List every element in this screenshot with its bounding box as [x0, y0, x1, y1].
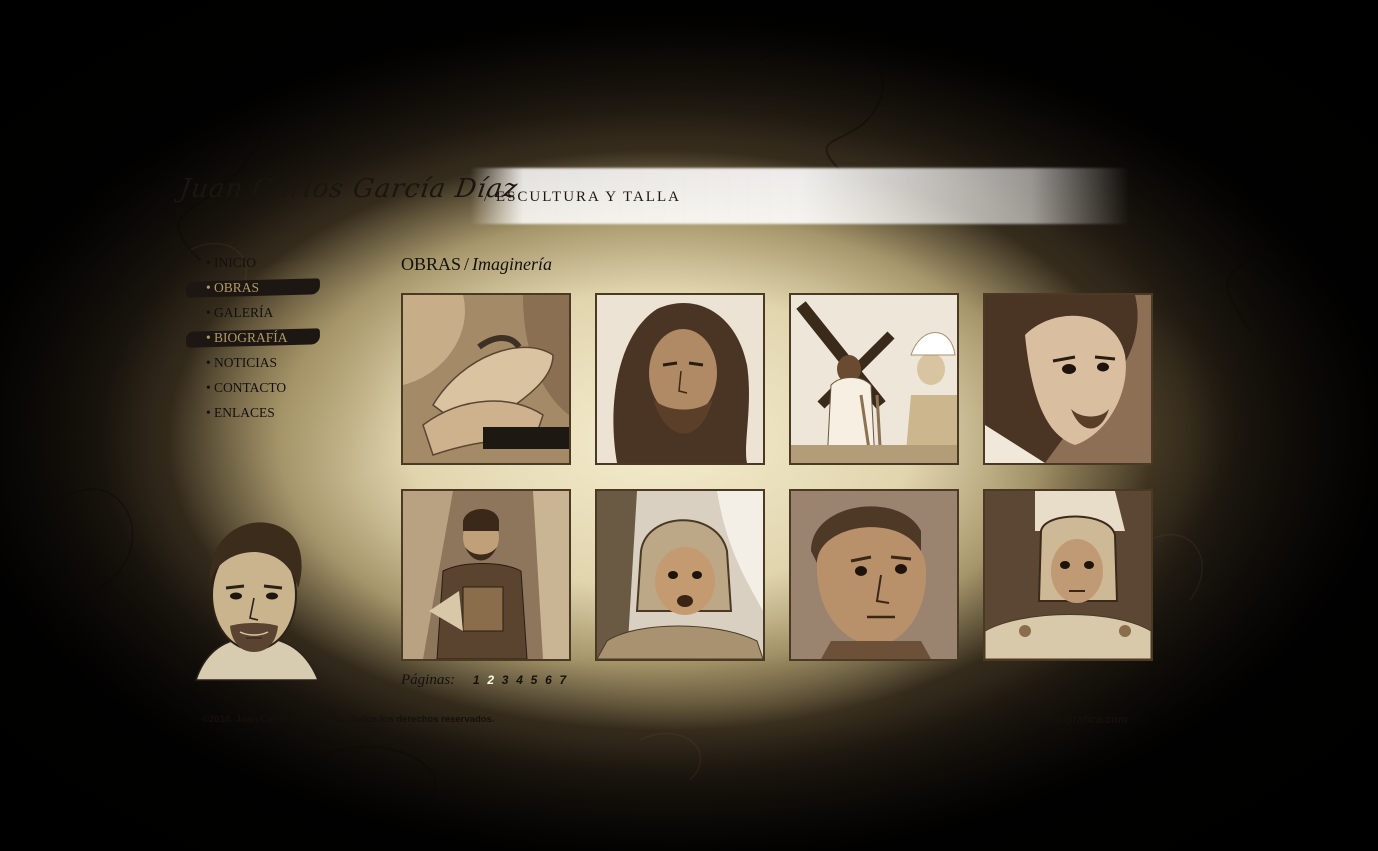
page-link-7[interactable]: 7 [560, 673, 567, 687]
section-subtitle: Imaginería [472, 254, 553, 274]
nav-item-biografia[interactable]: • BIOGRAFÍA [186, 327, 322, 352]
brand-signature[interactable]: Juan Carlos García Díaz [178, 174, 520, 204]
page-title: OBRAS / Imaginería [401, 254, 552, 275]
nav-item-label: NOTICIAS [214, 355, 277, 370]
nav-item-label: CONTACTO [214, 380, 287, 395]
gallery-thumb-roman-soldier[interactable] [595, 489, 765, 661]
nav-bullet: • [206, 280, 211, 295]
page-link-2[interactable]: 2 [487, 673, 494, 687]
nav-bullet: • [206, 305, 211, 320]
page-link-6[interactable]: 6 [545, 673, 552, 687]
nav-item-label: INICIO [214, 255, 256, 270]
nav-bullet: • [206, 330, 211, 345]
gallery-thumb-hands[interactable] [401, 293, 571, 465]
brand-subtitle: / ESCULTURA Y TALLA [484, 189, 681, 205]
page-link-3[interactable]: 3 [502, 673, 509, 687]
hands-sculpture-image [403, 295, 569, 463]
roman-soldier-helmet-image [597, 491, 763, 659]
page-link-5[interactable]: 5 [531, 673, 538, 687]
gallery-thumb-procession[interactable] [789, 293, 959, 465]
page: Juan Carlos García Díaz / ESCULTURA Y TA… [0, 0, 1378, 851]
nav-bullet: • [206, 380, 211, 395]
nav-bullet: • [206, 255, 211, 270]
page-link-4[interactable]: 4 [516, 673, 523, 687]
pagination: Páginas: 1 2 3 4 5 6 7 [401, 672, 570, 689]
nav-item-inicio[interactable]: • INICIO [186, 252, 322, 277]
nav-bullet: • [206, 355, 211, 370]
section-title: OBRAS [401, 254, 462, 274]
gallery-thumb-saint-palm[interactable] [401, 489, 571, 661]
nav-item-label: OBRAS [214, 280, 260, 295]
nav-item-galeria[interactable]: • GALERÍA [186, 302, 322, 327]
roman-bust-image [791, 491, 957, 659]
main-nav: • INICIO • OBRAS • GALERÍA • BIOGRAFÍA • NOTI… [186, 252, 322, 427]
nav-item-label: GALERÍA [214, 305, 274, 320]
page-link-1[interactable]: 1 [473, 673, 480, 687]
nav-item-enlaces[interactable]: • ENLACES [186, 402, 322, 427]
copyright-text: ©2010. Juan Carlos García Díaz. Todos lo… [202, 714, 495, 725]
christ-face-profile-image [985, 295, 1151, 463]
nav-item-obras[interactable]: • OBRAS [186, 277, 322, 302]
gallery-thumb-christ-profile[interactable] [983, 293, 1153, 465]
artist-portrait-sketch [194, 522, 320, 681]
saint-with-palm-image [403, 491, 569, 659]
designer-credit-link[interactable]: Difusióngrafica.com [1022, 714, 1128, 726]
bearded-christ-head-image [597, 295, 763, 463]
pagination-label: Páginas: [401, 672, 456, 688]
nav-item-contacto[interactable]: • CONTACTO [186, 377, 322, 402]
nav-item-label: ENLACES [214, 405, 275, 420]
roman-soldier-armor-image [985, 491, 1151, 659]
nav-bullet: • [206, 405, 211, 420]
gallery-thumb-roman-armor[interactable] [983, 489, 1153, 661]
nav-item-noticias[interactable]: • NOTICIAS [186, 352, 322, 377]
procession-cross-image [791, 295, 957, 463]
gallery-thumb-roman-bust[interactable] [789, 489, 959, 661]
nav-item-label: BIOGRAFÍA [214, 330, 288, 345]
title-separator: / [464, 254, 470, 274]
gallery-thumb-christ-head[interactable] [595, 293, 765, 465]
